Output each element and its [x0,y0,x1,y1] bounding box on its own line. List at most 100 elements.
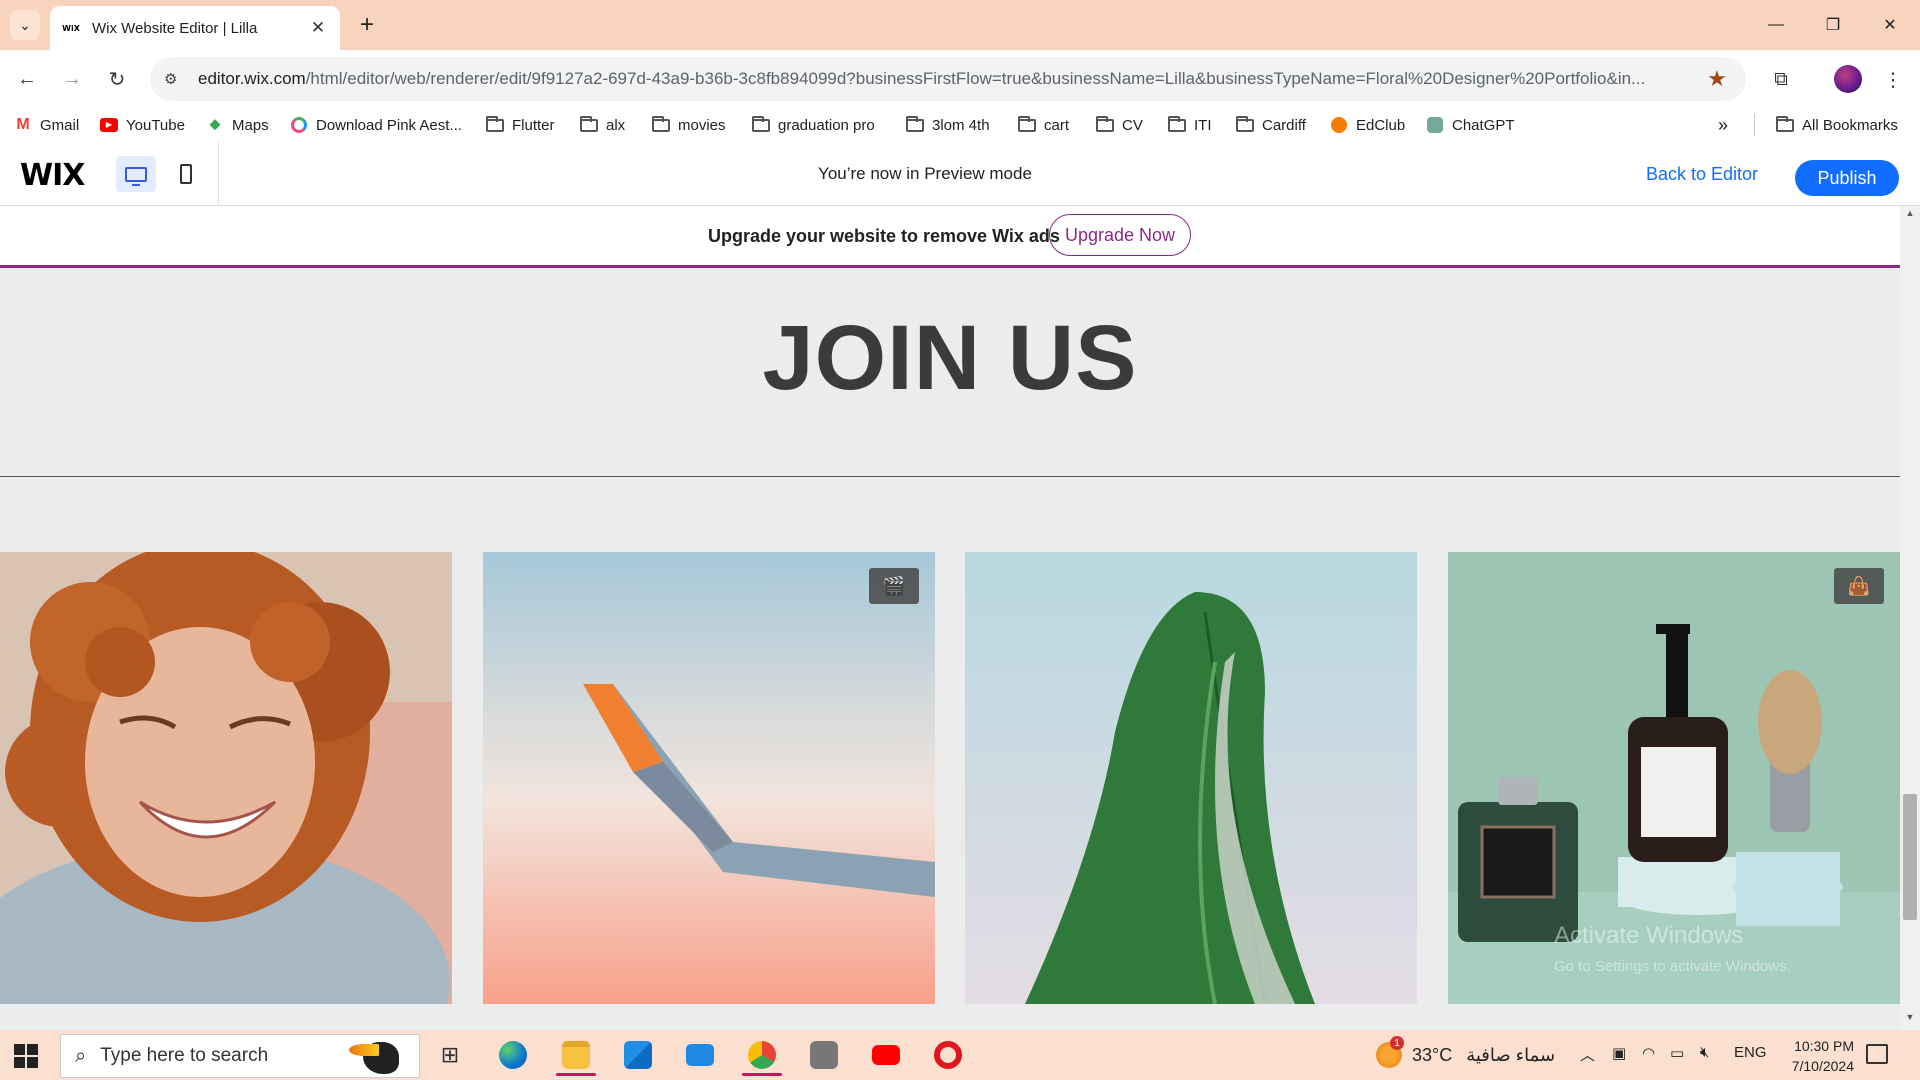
language-indicator[interactable]: ENG [1734,1044,1767,1061]
bookmark-cardiff[interactable]: Cardiff [1236,114,1306,136]
taskbar-clock[interactable]: 10:30 PM 7/10/2024 [1764,1036,1854,1076]
bookmark-gmail[interactable]: M Gmail [14,114,79,136]
edclub-icon [1330,117,1348,133]
folder-icon [580,115,598,133]
wix-favicon-icon: WiX [62,23,80,33]
activate-windows-title: Activate Windows [1554,922,1744,949]
url-text[interactable]: editor.wix.com/html/editor/web/renderer/… [198,69,1702,89]
mail-icon[interactable] [676,1034,724,1076]
bookmark-maps[interactable]: ⬥ Maps [206,114,268,136]
taskbar-search-box[interactable]: ⌕ Type here to search [60,1034,420,1078]
bookmark-flutter[interactable]: Flutter [486,114,555,136]
browser-toolbar: ← → ↻ ⚙ editor.wix.com/html/editor/web/r… [0,50,1920,108]
bookmarks-bar: M Gmail ▶ YouTube ⬥ Maps Download Pink A… [0,108,1920,142]
bookmarks-separator [1754,114,1755,136]
close-tab-icon[interactable]: ✕ [308,18,328,38]
windows-taskbar: ⌕ Type here to search ⊞ 1 33°C سماء صافي… [0,1030,1920,1080]
chrome-icon[interactable] [738,1034,786,1076]
tray-chevron-up-icon[interactable]: ︿ [1580,1044,1595,1065]
all-bookmarks[interactable]: All Bookmarks [1776,114,1898,136]
weather-description: سماء صافية [1466,1044,1556,1065]
browser-title-bar: ⌄ WiX Wix Website Editor | Lilla ✕ + — ❐… [0,0,1920,50]
scroll-up-icon[interactable]: ▲ [1900,208,1920,222]
weather-alert-badge: 1 [1390,1036,1404,1050]
smiling-woman-photo[interactable] [0,552,452,1004]
gmail-icon: M [16,116,30,133]
bookmark-graduation-pro[interactable]: graduation pro [752,114,875,136]
bookmark-download-pink[interactable]: Download Pink Aest... [290,114,462,136]
profile-avatar[interactable] [1834,65,1862,93]
chatgpt-icon [1426,117,1444,133]
site-icon [290,117,308,133]
site-content: JOIN US 🎬 👜 Activate Windows Go to Setti… [0,268,1900,1030]
tab-title: Wix Website Editor | Lilla [92,19,258,37]
battery-icon[interactable]: ▭ [1670,1044,1684,1062]
preview-mode-text: You’re now in Preview mode [818,164,1032,183]
forward-arrow-icon[interactable]: → [55,62,89,96]
address-bar[interactable]: ⚙ editor.wix.com/html/editor/web/rendere… [150,57,1746,101]
bookmark-3lom-4th[interactable]: 3lom 4th [906,114,990,136]
shopping-bag-icon: 👜 [1834,568,1884,604]
notifications-icon[interactable] [1866,1044,1888,1064]
bookmarks-overflow-icon[interactable]: » [1718,114,1728,136]
wix-preview-header: WIX You’re now in Preview mode Back to E… [0,142,1920,206]
restore-button[interactable]: ❐ [1813,8,1853,42]
browser-tab-active[interactable]: WiX Wix Website Editor | Lilla ✕ [50,6,340,50]
wifi-icon[interactable]: ◠ [1642,1044,1655,1062]
volume-muted-icon[interactable]: 🔇︎ [1700,1044,1709,1061]
folder-icon [752,115,770,133]
menu-kebab-icon[interactable]: ⋮ [1876,63,1910,97]
folder-icon [1018,115,1036,133]
section-divider [0,476,1900,477]
bookmark-movies[interactable]: movies [652,114,726,136]
minimize-button[interactable]: — [1756,8,1796,42]
clock-date: 7/10/2024 [1791,1058,1854,1074]
bookmark-star-icon[interactable]: ★ [1702,66,1732,92]
video-icon: 🎬 [869,568,919,604]
site-info-icon[interactable]: ⚙ [164,70,188,88]
file-explorer-icon[interactable] [552,1034,600,1076]
weather-sun-icon: 1 [1376,1036,1404,1068]
new-tab-button[interactable]: + [352,10,382,40]
bookmark-cart[interactable]: cart [1018,114,1069,136]
weather-widget[interactable]: 1 33°C سماء صافية [1376,1036,1556,1068]
banana-leaf-photo[interactable] [965,552,1417,1004]
search-icon: ⌕ [75,1044,87,1067]
extensions-icon[interactable]: ⧉ [1764,63,1798,97]
bookmark-chatgpt[interactable]: ChatGPT [1426,114,1515,136]
tab-search-button[interactable]: ⌄ [10,10,40,40]
edge-icon[interactable] [489,1034,537,1076]
folder-icon [1168,115,1186,133]
bookmark-edclub[interactable]: EdClub [1330,114,1405,136]
publish-button[interactable]: Publish [1795,160,1899,196]
bookmark-youtube[interactable]: ▶ YouTube [100,114,185,136]
folder-icon [1096,115,1114,133]
microsoft-store-icon[interactable] [614,1034,662,1076]
windows-start-icon[interactable] [14,1044,38,1068]
close-window-button[interactable]: ✕ [1870,8,1910,42]
clock-time: 10:30 PM [1794,1038,1854,1054]
toucan-illustration-icon [349,1034,419,1078]
scroll-down-icon[interactable]: ▼ [1900,1012,1920,1026]
bookmark-iti[interactable]: ITI [1168,114,1212,136]
opera-icon[interactable] [924,1034,972,1076]
youtube-app-icon[interactable] [862,1034,910,1076]
reload-icon[interactable]: ↻ [100,62,134,96]
upgrade-now-button[interactable]: Upgrade Now [1049,214,1191,256]
bookmark-cv[interactable]: CV [1096,114,1143,136]
whatsapp-icon[interactable] [800,1034,848,1076]
chevron-down-icon: ⌄ [19,16,31,33]
scrollbar-thumb[interactable] [1903,794,1917,920]
meet-now-icon[interactable]: ▣ [1612,1044,1626,1062]
folder-icon [1776,115,1794,133]
back-arrow-icon[interactable]: ← [10,62,44,96]
back-to-editor-link[interactable]: Back to Editor [1646,164,1758,185]
task-view-icon[interactable]: ⊞ [426,1034,474,1076]
weather-temperature: 33°C [1412,1044,1453,1065]
folder-icon [486,115,504,133]
airplane-wing-photo[interactable]: 🎬 [483,552,935,1004]
bookmark-alx[interactable]: alx [580,114,625,136]
search-placeholder: Type here to search [100,1045,269,1066]
maps-icon: ⬥ [209,116,221,133]
folder-icon [1236,115,1254,133]
